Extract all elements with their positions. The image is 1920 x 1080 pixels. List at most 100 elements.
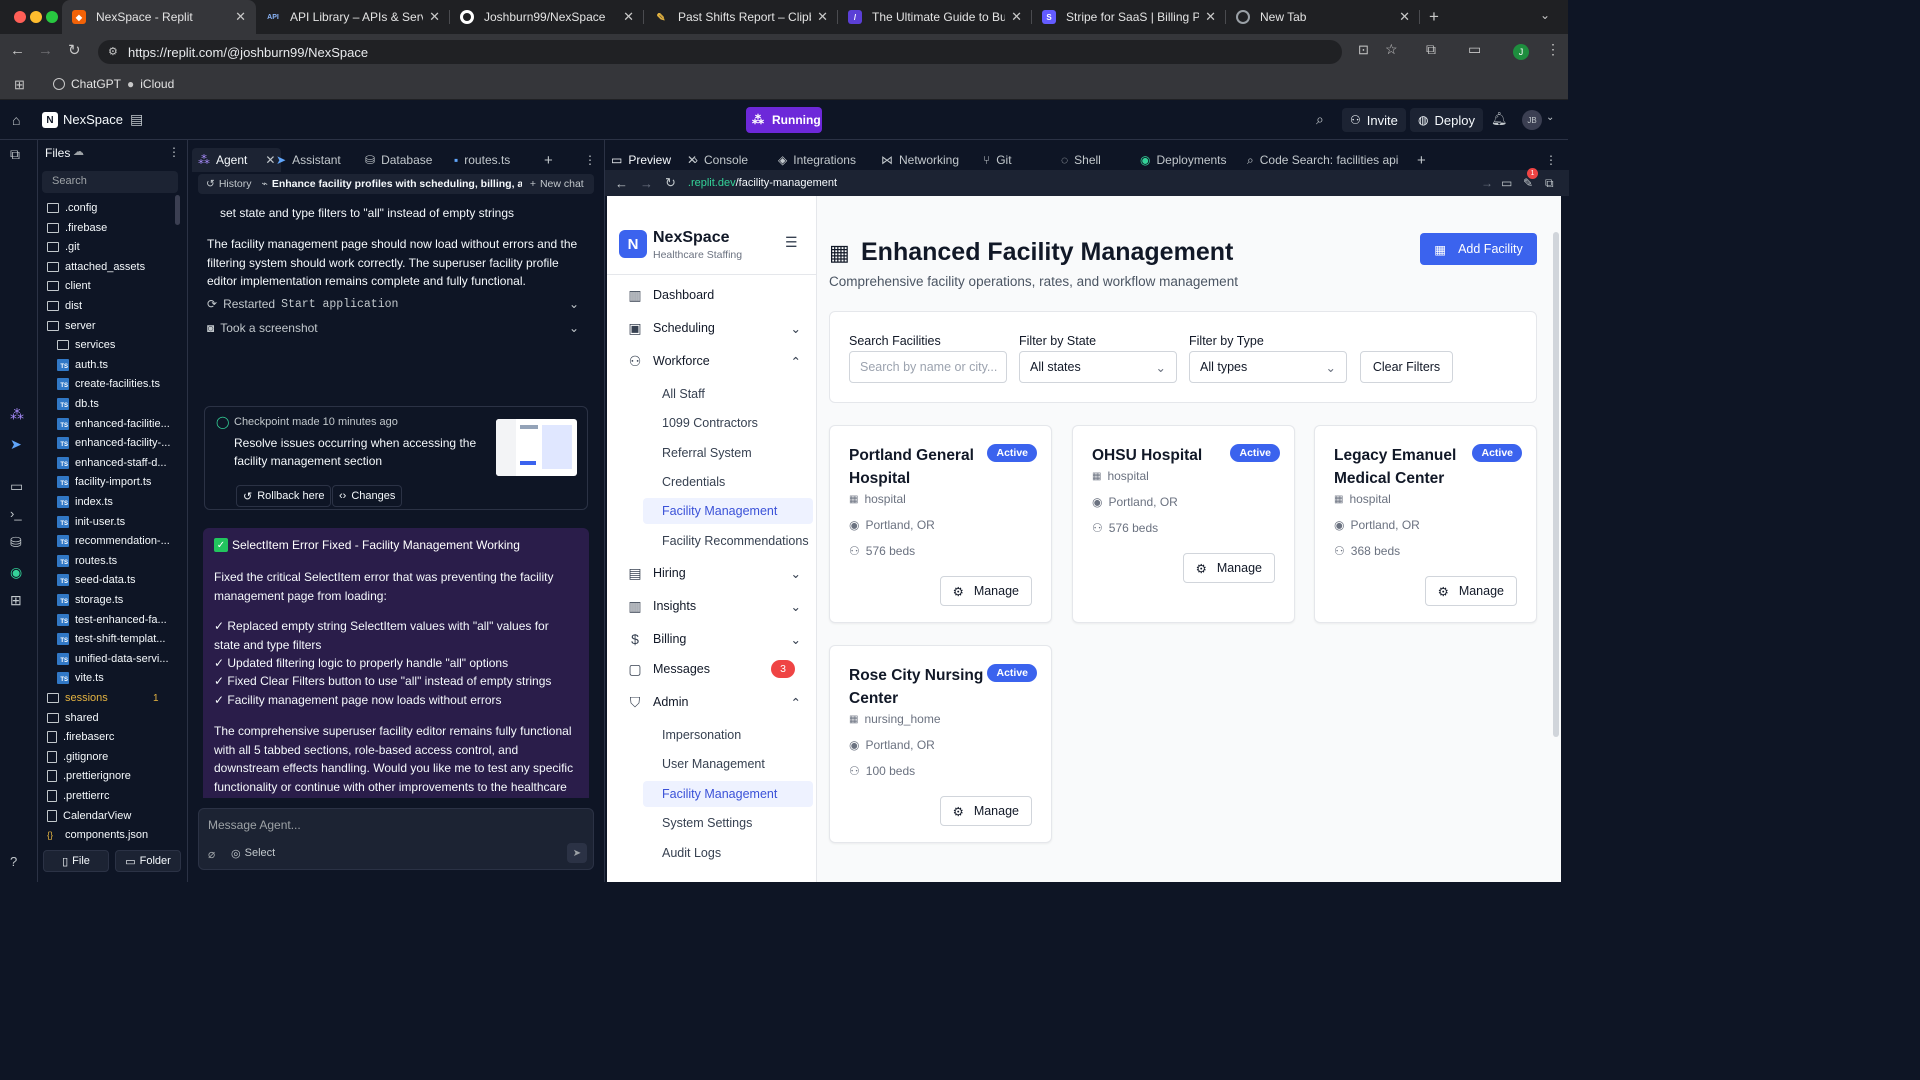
- open-icon[interactable]: →: [1481, 176, 1493, 190]
- assistant-icon[interactable]: ➤: [10, 436, 28, 454]
- file-tree-item[interactable]: server: [47, 317, 96, 335]
- close-tab-icon[interactable]: ✕: [1011, 9, 1022, 25]
- facility-search-input[interactable]: Search by name or city...: [849, 351, 1007, 383]
- close-tab-icon[interactable]: ✕: [429, 9, 440, 25]
- nav-item-insights[interactable]: ▥ Insights ⌄: [627, 592, 813, 620]
- file-tree-item[interactable]: TS enhanced-facilitie...: [57, 415, 170, 433]
- browser-tab[interactable]: ◆ NexSpace - Replit ✕: [62, 0, 256, 34]
- menu-kebab-icon[interactable]: ⋮: [1546, 41, 1560, 58]
- project-name[interactable]: NexSpace: [63, 112, 123, 127]
- file-tree-item[interactable]: CalendarView: [47, 807, 131, 825]
- help-icon[interactable]: ?: [10, 854, 28, 872]
- file-tree-item[interactable]: sessions 1: [47, 689, 159, 707]
- chevron-down-icon[interactable]: ⌄: [569, 297, 579, 311]
- manage-button[interactable]: ⚙ Manage: [1424, 576, 1517, 606]
- files-scrollbar[interactable]: [175, 195, 180, 225]
- send-icon[interactable]: ➤: [567, 843, 587, 863]
- forward-icon[interactable]: →: [640, 176, 653, 191]
- file-tree-item[interactable]: TS auth.ts: [57, 356, 108, 374]
- tab-code-search[interactable]: ⌕ Code Search: facilities api: [1247, 148, 1398, 172]
- add-tab-icon[interactable]: +: [544, 148, 553, 172]
- zoom-window-button[interactable]: [46, 11, 58, 23]
- new-file-button[interactable]: ▯ File: [43, 850, 109, 872]
- close-tab-icon[interactable]: ✕: [1205, 9, 1216, 25]
- nav-subitem[interactable]: System Settings: [643, 810, 813, 836]
- database-icon[interactable]: ⛁: [10, 534, 28, 552]
- close-tab-icon[interactable]: ✕: [817, 9, 828, 25]
- minimize-window-button[interactable]: [30, 11, 42, 23]
- bookmark-chatgpt[interactable]: ChatGPT: [53, 77, 121, 91]
- event-restart[interactable]: ⟳ Restarted Start application ⌄: [207, 294, 587, 314]
- search-icon[interactable]: ⌕: [1316, 111, 1324, 128]
- file-tree-item[interactable]: .prettierignore: [47, 767, 131, 785]
- file-tree-item[interactable]: TS create-facilities.ts: [57, 375, 160, 393]
- file-tree-item[interactable]: .config: [47, 199, 97, 217]
- new-window-icon[interactable]: ⧉: [1545, 176, 1554, 191]
- file-tree-item[interactable]: TS index.ts: [57, 493, 113, 511]
- preview-url-input[interactable]: .replit.dev /facility-management: [688, 177, 837, 189]
- files-search-icon[interactable]: ⧉: [10, 146, 28, 164]
- new-tab-icon[interactable]: +: [1429, 7, 1439, 27]
- file-tree-item[interactable]: TS enhanced-staff-d...: [57, 454, 167, 472]
- close-tab-icon[interactable]: ✕: [623, 9, 634, 25]
- file-tree-item[interactable]: TS storage.ts: [57, 591, 123, 609]
- file-tree-item[interactable]: TS enhanced-facility-...: [57, 434, 170, 452]
- file-tree-item[interactable]: .prettierrc: [47, 787, 109, 805]
- bookmark-icloud[interactable]: ● iCloud: [127, 77, 174, 91]
- file-tree-item[interactable]: TS test-shift-templat...: [57, 630, 165, 648]
- reload-icon[interactable]: ↻: [68, 41, 81, 59]
- file-tree-item[interactable]: .firebase: [47, 219, 107, 237]
- all-tools-icon[interactable]: ⊞: [10, 592, 28, 610]
- tab-networking[interactable]: ⋈ Networking: [881, 148, 959, 172]
- browser-tab[interactable]: ✎ Past Shifts Report – Clipboard ✕: [644, 0, 838, 34]
- state-filter-select[interactable]: All states ⌄: [1019, 351, 1177, 383]
- nav-subitem[interactable]: Facility Recommendations: [643, 528, 813, 554]
- hamburger-icon[interactable]: ☰: [785, 234, 798, 251]
- close-tab-icon[interactable]: ✕: [265, 153, 275, 167]
- browser-tab[interactable]: Joshburn99/NexSpace ✕: [450, 0, 644, 34]
- chevron-down-icon[interactable]: ⌄: [569, 321, 579, 335]
- nav-subitem[interactable]: User Management: [643, 751, 813, 777]
- user-avatar[interactable]: JB: [1522, 110, 1542, 130]
- add-facility-button[interactable]: ▦ Add Facility: [1420, 233, 1537, 265]
- files-search-input[interactable]: Search: [42, 171, 178, 193]
- files-menu-icon[interactable]: ⋮: [168, 145, 180, 159]
- reload-icon[interactable]: ↻: [665, 175, 676, 191]
- file-tree-item[interactable]: TS test-enhanced-fa...: [57, 611, 167, 629]
- console-icon[interactable]: ›_: [10, 506, 28, 524]
- rollback-button[interactable]: ↺ Rollback here: [236, 485, 332, 507]
- add-tab-icon[interactable]: +: [1417, 148, 1426, 172]
- home-icon[interactable]: ⌂: [12, 112, 20, 128]
- extensions-icon[interactable]: ⧉: [1426, 41, 1436, 58]
- project-menu-icon[interactable]: ▤: [130, 111, 143, 128]
- file-tree-item[interactable]: TS recommendation-...: [57, 532, 170, 550]
- back-icon[interactable]: ←: [615, 176, 628, 191]
- nav-subitem[interactable]: Referral System: [643, 440, 813, 466]
- tab-database[interactable]: ⛁ Database: [365, 148, 432, 172]
- bookmark-star-icon[interactable]: ☆: [1385, 41, 1398, 58]
- attach-icon[interactable]: ⌀: [208, 847, 215, 861]
- nav-subitem[interactable]: Credentials: [643, 469, 813, 495]
- tab-console[interactable]: › Console: [694, 148, 748, 172]
- close-window-button[interactable]: [14, 11, 26, 23]
- nav-item-dashboard[interactable]: ▥ Dashboard: [627, 281, 813, 309]
- notifications-icon[interactable]: 🔔︎: [1491, 111, 1508, 127]
- tab-shell[interactable]: ◌ Shell: [1061, 148, 1101, 172]
- new-folder-button[interactable]: ▭ Folder: [115, 850, 181, 872]
- nav-subitem[interactable]: Audit Logs: [643, 840, 813, 866]
- file-tree-item[interactable]: TS db.ts: [57, 395, 99, 413]
- file-tree-item[interactable]: TS vite.ts: [57, 669, 104, 687]
- close-tab-icon[interactable]: ✕: [1399, 9, 1410, 25]
- manage-button[interactable]: ⚙ Manage: [1182, 553, 1275, 583]
- file-tree-item[interactable]: {} components.json: [47, 826, 148, 844]
- url-bar[interactable]: ⚙ https://replit.com/@joshburn99/NexSpac…: [98, 40, 1342, 64]
- browser-tab[interactable]: / The Ultimate Guide to Building ✕: [838, 0, 1032, 34]
- preview-icon[interactable]: ▭: [10, 478, 28, 496]
- forward-icon[interactable]: →: [38, 42, 53, 59]
- nav-subitem[interactable]: All Staff: [643, 381, 813, 407]
- tab-agent[interactable]: ⁂ Agent ✕: [192, 148, 282, 172]
- nav-item-messages[interactable]: ▢ Messages 3: [627, 655, 813, 683]
- nav-subitem[interactable]: Facility Management: [643, 781, 813, 807]
- file-tree-item[interactable]: .gitignore: [47, 748, 108, 766]
- file-tree-item[interactable]: dist: [47, 297, 82, 315]
